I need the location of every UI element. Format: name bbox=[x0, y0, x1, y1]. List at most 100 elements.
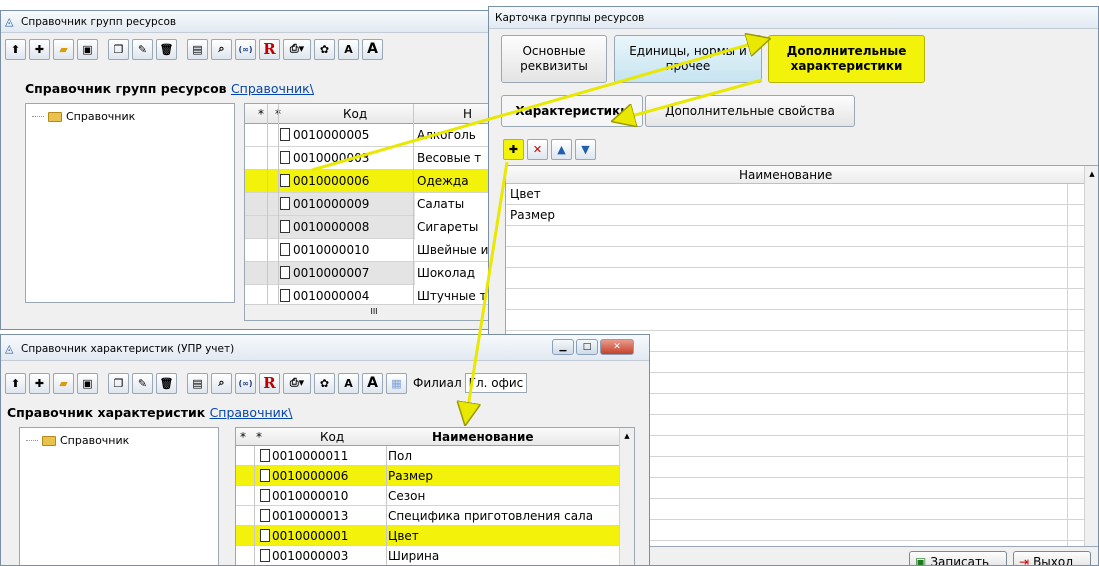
new-icon[interactable]: ✚ bbox=[29, 38, 50, 60]
grid-header: * * Код Н bbox=[245, 104, 499, 124]
font-down-icon[interactable]: A bbox=[362, 372, 383, 394]
row-name: Цвет bbox=[388, 529, 419, 543]
delete-icon[interactable]: 🗑 bbox=[156, 372, 177, 394]
heading-text: Справочник характеристик bbox=[7, 405, 206, 420]
print-icon[interactable]: ⎙▾ bbox=[283, 38, 311, 60]
subtab-characteristics[interactable]: Характеристики bbox=[501, 95, 643, 127]
tab-units[interactable]: Единицы, нормы и прочее bbox=[614, 35, 762, 83]
tab-extra[interactable]: Дополнительные характеристики bbox=[768, 35, 925, 83]
heading-link[interactable]: Справочник\ bbox=[231, 81, 314, 96]
table-row[interactable]: 0010000011 Пол bbox=[236, 446, 619, 466]
row-code: 0010000010 bbox=[293, 243, 370, 257]
filter-icon[interactable]: (∞) bbox=[235, 372, 256, 394]
exit-button[interactable]: ⇥ Выход bbox=[1013, 551, 1091, 566]
row-name: Ширина bbox=[388, 549, 440, 563]
report-icon[interactable]: R bbox=[259, 38, 280, 60]
exit-label: Выход bbox=[1033, 555, 1074, 566]
table-row[interactable]: 0010000003 Ширина bbox=[236, 546, 619, 565]
folder-icon[interactable]: ▰ bbox=[53, 38, 74, 60]
vertical-scrollbar[interactable]: ▲ bbox=[619, 428, 634, 565]
row-code: 0010000011 bbox=[272, 449, 349, 463]
maximize-icon[interactable]: □ bbox=[576, 339, 598, 355]
font-up-icon[interactable]: A bbox=[338, 372, 359, 394]
table-row[interactable]: 0010000013 Специфика приготовления сала bbox=[236, 506, 619, 526]
vertical-scrollbar[interactable]: ▲ bbox=[1084, 166, 1098, 546]
save-button[interactable]: ▣ Записать bbox=[909, 551, 1007, 566]
col-name[interactable]: Наименование bbox=[739, 168, 832, 182]
row-name: Шоколад bbox=[417, 266, 476, 280]
rows-area: 0010000011 Пол 0010000006 Размер 001000001… bbox=[236, 446, 619, 565]
delete-icon[interactable]: 🗑 bbox=[156, 38, 177, 60]
copy-icon[interactable]: ❐ bbox=[108, 38, 129, 60]
row-code: 0010000003 bbox=[272, 549, 349, 563]
move-up-icon[interactable]: ▲ bbox=[551, 138, 572, 160]
remove-icon[interactable]: ✕ bbox=[527, 138, 548, 160]
row-code: 0010000008 bbox=[293, 220, 370, 234]
row-code: 0010000010 bbox=[272, 489, 349, 503]
table-row[interactable]: 0010000003 Весовые т bbox=[245, 147, 499, 170]
tab-main[interactable]: Основные реквизиты bbox=[501, 35, 607, 83]
tree-node-label: Справочник bbox=[60, 434, 130, 447]
horizontal-scrollbar[interactable]: III bbox=[245, 304, 499, 320]
row-code: 0010000006 bbox=[272, 469, 349, 483]
move-down-icon[interactable]: ▼ bbox=[575, 138, 596, 160]
arrow-up-icon[interactable]: ⬆ bbox=[5, 372, 26, 394]
table-row[interactable]: 0010000010 Швейные и bbox=[245, 239, 499, 262]
tree-node[interactable]: Справочник bbox=[26, 434, 129, 447]
save-icon[interactable]: ▣ bbox=[77, 372, 98, 394]
tree-node-label: Справочник bbox=[66, 110, 136, 123]
report-icon[interactable]: R bbox=[259, 372, 280, 394]
folder-icon[interactable]: ▰ bbox=[53, 372, 74, 394]
tab-main-label: Основные реквизиты bbox=[520, 44, 588, 73]
heading-link[interactable]: Справочник\ bbox=[210, 405, 293, 420]
row-code: 0010000003 bbox=[293, 151, 370, 165]
filial-field[interactable]: Гл. офис bbox=[464, 373, 527, 393]
tab-units-label: Единицы, нормы и прочее bbox=[629, 44, 747, 73]
table-row[interactable]: 0010000008 Сигареты bbox=[245, 216, 499, 239]
edit-icon[interactable]: ✎ bbox=[132, 38, 153, 60]
paint-icon[interactable]: ✿ bbox=[314, 372, 335, 394]
binoculars-icon[interactable]: ⌕ bbox=[211, 372, 232, 394]
filter-icon[interactable]: (∞) bbox=[235, 38, 256, 60]
calendar-icon[interactable]: ▦ bbox=[386, 372, 407, 394]
edit-icon[interactable]: ✎ bbox=[132, 372, 153, 394]
table-row[interactable]: 0010000005 Алкоголь bbox=[245, 124, 499, 147]
arrow-up-icon[interactable]: ⬆ bbox=[5, 38, 26, 60]
table-row-selected[interactable]: 0010000006 Размер bbox=[236, 466, 619, 486]
col-code[interactable]: Код bbox=[343, 107, 367, 121]
table-row[interactable]: 0010000009 Салаты bbox=[245, 193, 499, 216]
paint-icon[interactable]: ✿ bbox=[314, 38, 335, 60]
row-name: Пол bbox=[388, 449, 413, 463]
heading-text: Справочник групп ресурсов bbox=[25, 81, 227, 96]
table-row-selected[interactable]: 0010000001 Цвет bbox=[236, 526, 619, 546]
table-icon[interactable]: ▤ bbox=[187, 38, 208, 60]
row-code: 0010000005 bbox=[293, 128, 370, 142]
list-item[interactable]: Цвет bbox=[510, 187, 541, 201]
font-down-icon[interactable]: A bbox=[362, 38, 383, 60]
minimize-icon[interactable]: ▁ bbox=[552, 339, 574, 355]
table-icon[interactable]: ▤ bbox=[187, 372, 208, 394]
table-row[interactable]: 0010000007 Шоколад bbox=[245, 262, 499, 285]
save-label: Записать bbox=[930, 555, 990, 566]
table-row[interactable]: 0010000010 Сезон bbox=[236, 486, 619, 506]
col-name[interactable]: Н bbox=[463, 107, 472, 121]
col-name[interactable]: Наименование bbox=[432, 430, 534, 444]
row-code: 0010000009 bbox=[293, 197, 370, 211]
col-code[interactable]: Код bbox=[320, 430, 344, 444]
binoculars-icon[interactable]: ⌕ bbox=[211, 38, 232, 60]
save-icon[interactable]: ▣ bbox=[77, 38, 98, 60]
subtab-properties[interactable]: Дополнительные свойства bbox=[645, 95, 855, 127]
font-up-icon[interactable]: A bbox=[338, 38, 359, 60]
list-item[interactable]: Размер bbox=[510, 208, 555, 222]
print-icon[interactable]: ⎙▾ bbox=[283, 372, 311, 394]
tree-node[interactable]: Справочник bbox=[32, 110, 135, 123]
add-icon[interactable]: ✚ bbox=[503, 138, 524, 160]
characteristics-list-grid: * * Код Наименование 0010000011 Пол 00100… bbox=[235, 427, 635, 565]
tree-panel: Справочник bbox=[25, 103, 235, 303]
row-code: 0010000001 bbox=[272, 529, 349, 543]
subtab-properties-label: Дополнительные свойства bbox=[665, 103, 835, 118]
new-icon[interactable]: ✚ bbox=[29, 372, 50, 394]
copy-icon[interactable]: ❐ bbox=[108, 372, 129, 394]
close-icon[interactable]: ✕ bbox=[600, 339, 634, 355]
table-row-selected[interactable]: 0010000006 Одежда bbox=[245, 170, 499, 193]
